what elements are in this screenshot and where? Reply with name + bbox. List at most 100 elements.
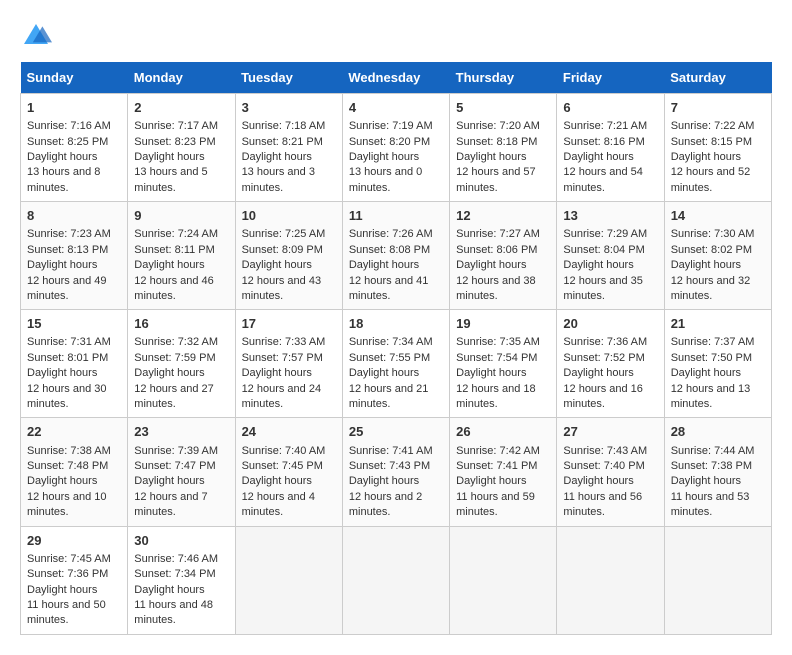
weekday-header-row: SundayMondayTuesdayWednesdayThursdayFrid… [21, 62, 772, 94]
calendar-day-cell: 20Sunrise: 7:36 AMSunset: 7:52 PMDayligh… [557, 310, 664, 418]
daylight-text: Daylight hours [563, 367, 633, 379]
page-header [20, 20, 772, 52]
calendar-day-cell [235, 526, 342, 634]
daylight-text: Daylight hours [134, 584, 204, 596]
calendar-day-cell: 3Sunrise: 7:18 AMSunset: 8:21 PMDaylight… [235, 94, 342, 202]
calendar-day-cell: 12Sunrise: 7:27 AMSunset: 8:06 PMDayligh… [450, 202, 557, 310]
daylight-duration: 12 hours and 41 minutes. [349, 275, 429, 302]
calendar-day-cell: 8Sunrise: 7:23 AMSunset: 8:13 PMDaylight… [21, 202, 128, 310]
daylight-duration: 11 hours and 56 minutes. [563, 491, 642, 518]
weekday-header: Tuesday [235, 62, 342, 94]
daylight-text: Daylight hours [242, 151, 312, 163]
day-number: 14 [671, 207, 765, 225]
daylight-duration: 12 hours and 49 minutes. [27, 275, 107, 302]
calendar-day-cell: 6Sunrise: 7:21 AMSunset: 8:16 PMDaylight… [557, 94, 664, 202]
day-number: 6 [563, 99, 657, 117]
daylight-text: Daylight hours [456, 151, 526, 163]
sunrise-text: Sunrise: 7:41 AM [349, 445, 433, 457]
sunrise-text: Sunrise: 7:25 AM [242, 228, 326, 240]
calendar-day-cell: 9Sunrise: 7:24 AMSunset: 8:11 PMDaylight… [128, 202, 235, 310]
sunset-text: Sunset: 8:25 PM [27, 136, 108, 148]
day-number: 30 [134, 532, 228, 550]
daylight-text: Daylight hours [242, 367, 312, 379]
day-number: 1 [27, 99, 121, 117]
calendar-day-cell: 2Sunrise: 7:17 AMSunset: 8:23 PMDaylight… [128, 94, 235, 202]
calendar-day-cell: 28Sunrise: 7:44 AMSunset: 7:38 PMDayligh… [664, 418, 771, 526]
sunrise-text: Sunrise: 7:45 AM [27, 553, 111, 565]
daylight-duration: 13 hours and 8 minutes. [27, 166, 100, 193]
sunset-text: Sunset: 7:59 PM [134, 352, 215, 364]
daylight-duration: 12 hours and 54 minutes. [563, 166, 643, 193]
calendar-day-cell: 5Sunrise: 7:20 AMSunset: 8:18 PMDaylight… [450, 94, 557, 202]
sunrise-text: Sunrise: 7:44 AM [671, 445, 755, 457]
sunrise-text: Sunrise: 7:38 AM [27, 445, 111, 457]
daylight-duration: 12 hours and 24 minutes. [242, 383, 322, 410]
daylight-text: Daylight hours [134, 367, 204, 379]
sunset-text: Sunset: 7:38 PM [671, 460, 752, 472]
sunset-text: Sunset: 8:01 PM [27, 352, 108, 364]
sunset-text: Sunset: 8:11 PM [134, 244, 215, 256]
calendar-table: SundayMondayTuesdayWednesdayThursdayFrid… [20, 62, 772, 635]
daylight-duration: 12 hours and 46 minutes. [134, 275, 214, 302]
daylight-duration: 12 hours and 16 minutes. [563, 383, 643, 410]
daylight-duration: 11 hours and 50 minutes. [27, 599, 106, 626]
day-number: 18 [349, 315, 443, 333]
daylight-duration: 12 hours and 4 minutes. [242, 491, 315, 518]
sunset-text: Sunset: 7:41 PM [456, 460, 537, 472]
daylight-text: Daylight hours [349, 151, 419, 163]
daylight-duration: 12 hours and 13 minutes. [671, 383, 751, 410]
daylight-text: Daylight hours [456, 475, 526, 487]
day-number: 27 [563, 423, 657, 441]
sunset-text: Sunset: 8:21 PM [242, 136, 323, 148]
sunset-text: Sunset: 8:23 PM [134, 136, 215, 148]
day-number: 2 [134, 99, 228, 117]
daylight-text: Daylight hours [671, 151, 741, 163]
sunrise-text: Sunrise: 7:31 AM [27, 336, 111, 348]
day-number: 20 [563, 315, 657, 333]
calendar-day-cell: 24Sunrise: 7:40 AMSunset: 7:45 PMDayligh… [235, 418, 342, 526]
day-number: 24 [242, 423, 336, 441]
calendar-week-row: 15Sunrise: 7:31 AMSunset: 8:01 PMDayligh… [21, 310, 772, 418]
sunset-text: Sunset: 8:13 PM [27, 244, 108, 256]
sunrise-text: Sunrise: 7:32 AM [134, 336, 218, 348]
calendar-day-cell: 23Sunrise: 7:39 AMSunset: 7:47 PMDayligh… [128, 418, 235, 526]
sunset-text: Sunset: 7:50 PM [671, 352, 752, 364]
sunset-text: Sunset: 7:47 PM [134, 460, 215, 472]
sunset-text: Sunset: 7:34 PM [134, 568, 215, 580]
daylight-text: Daylight hours [134, 259, 204, 271]
calendar-day-cell: 22Sunrise: 7:38 AMSunset: 7:48 PMDayligh… [21, 418, 128, 526]
sunrise-text: Sunrise: 7:27 AM [456, 228, 540, 240]
daylight-text: Daylight hours [563, 151, 633, 163]
sunrise-text: Sunrise: 7:33 AM [242, 336, 326, 348]
day-number: 8 [27, 207, 121, 225]
daylight-text: Daylight hours [27, 367, 97, 379]
day-number: 22 [27, 423, 121, 441]
weekday-header: Saturday [664, 62, 771, 94]
day-number: 28 [671, 423, 765, 441]
sunset-text: Sunset: 8:09 PM [242, 244, 323, 256]
daylight-duration: 12 hours and 32 minutes. [671, 275, 751, 302]
sunrise-text: Sunrise: 7:43 AM [563, 445, 647, 457]
weekday-header: Monday [128, 62, 235, 94]
daylight-text: Daylight hours [134, 475, 204, 487]
daylight-duration: 11 hours and 59 minutes. [456, 491, 535, 518]
daylight-duration: 12 hours and 43 minutes. [242, 275, 322, 302]
sunrise-text: Sunrise: 7:40 AM [242, 445, 326, 457]
sunrise-text: Sunrise: 7:18 AM [242, 120, 326, 132]
daylight-text: Daylight hours [563, 259, 633, 271]
daylight-duration: 11 hours and 48 minutes. [134, 599, 213, 626]
calendar-day-cell: 11Sunrise: 7:26 AMSunset: 8:08 PMDayligh… [342, 202, 449, 310]
daylight-duration: 11 hours and 53 minutes. [671, 491, 750, 518]
daylight-duration: 12 hours and 38 minutes. [456, 275, 536, 302]
sunrise-text: Sunrise: 7:23 AM [27, 228, 111, 240]
day-number: 9 [134, 207, 228, 225]
sunrise-text: Sunrise: 7:36 AM [563, 336, 647, 348]
daylight-duration: 12 hours and 30 minutes. [27, 383, 107, 410]
day-number: 29 [27, 532, 121, 550]
sunrise-text: Sunrise: 7:37 AM [671, 336, 755, 348]
sunrise-text: Sunrise: 7:17 AM [134, 120, 218, 132]
calendar-day-cell: 13Sunrise: 7:29 AMSunset: 8:04 PMDayligh… [557, 202, 664, 310]
sunrise-text: Sunrise: 7:29 AM [563, 228, 647, 240]
weekday-header: Wednesday [342, 62, 449, 94]
daylight-duration: 13 hours and 5 minutes. [134, 166, 207, 193]
